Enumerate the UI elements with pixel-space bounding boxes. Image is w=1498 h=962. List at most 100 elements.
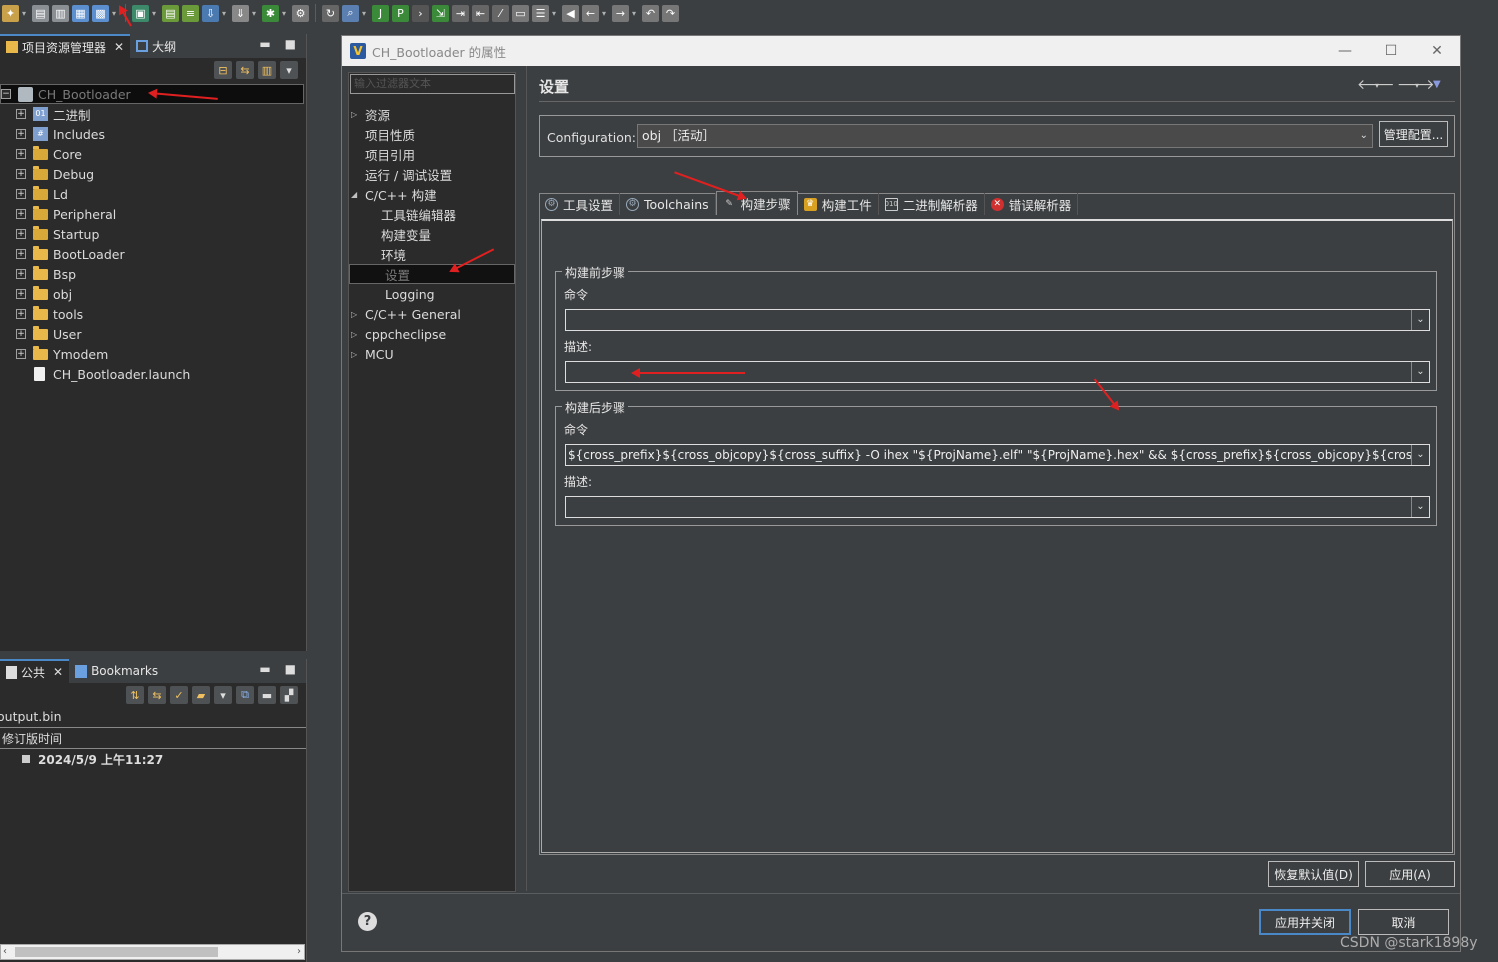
expand-icon[interactable]: + (16, 349, 26, 359)
chevron-down-icon[interactable]: ▾ (1375, 81, 1379, 90)
undo-icon[interactable]: ↶ (642, 4, 659, 22)
expand-icon[interactable]: + (16, 169, 26, 179)
maximize-icon[interactable]: ■ (285, 37, 296, 51)
tree-item[interactable]: + Ymodem (0, 344, 306, 364)
apply-button[interactable]: 应用(A) (1365, 861, 1455, 887)
folder-action-icon[interactable]: ▰ (192, 686, 210, 704)
tab-build-steps[interactable]: ✎ 构建步骤 (715, 191, 798, 215)
tree-item[interactable]: + User (0, 324, 306, 344)
filter-icon[interactable]: ▥ (258, 61, 276, 79)
back-icon[interactable]: ◀ (562, 4, 579, 22)
page-icon[interactable]: P (392, 4, 409, 22)
new-icon[interactable]: ✦ (2, 4, 19, 22)
close-icon[interactable]: ✕ (114, 40, 124, 54)
tab-common[interactable]: 公共 ✕ (0, 659, 70, 683)
view-menu-icon[interactable]: ▼ (1433, 79, 1441, 90)
tab-toolchains[interactable]: ⚙ Toolchains (620, 193, 716, 215)
post-build-description-field[interactable]: ⌄ (565, 496, 1430, 518)
expand-icon[interactable]: ▷ (351, 350, 365, 359)
pin-icon[interactable]: ⧉ (236, 686, 254, 704)
nav-settings[interactable]: 设置 (349, 264, 515, 284)
maximize-icon[interactable]: ■ (285, 662, 296, 676)
restore-view-icon[interactable]: ▞ (280, 686, 298, 704)
book-icon[interactable]: ▤ (162, 4, 179, 22)
expand-icon[interactable]: + (16, 269, 26, 279)
chevron-down-icon[interactable]: ▾ (602, 9, 609, 18)
save-icon[interactable]: ▤ (32, 4, 49, 22)
expand-icon[interactable]: ▷ (351, 310, 365, 319)
link-icon[interactable]: ⇆ (148, 686, 166, 704)
expand-icon[interactable]: + (16, 129, 26, 139)
prev-icon[interactable]: ← (582, 4, 599, 22)
minimize-window-icon[interactable]: — (1322, 36, 1368, 66)
grid-icon[interactable]: ▩ (92, 4, 109, 22)
minimize-icon[interactable]: ▬ (259, 662, 270, 676)
chevron-down-icon[interactable]: ▾ (1415, 81, 1419, 90)
nav-toolchain-editor[interactable]: 工具链编辑器 (381, 204, 456, 224)
debug-icon[interactable]: ✱ (262, 4, 279, 22)
minimize-view-icon[interactable]: ▬ (258, 686, 276, 704)
nav-cppcheclipse[interactable]: ▷ cppcheclipse (351, 324, 446, 344)
apply-and-close-button[interactable]: 应用并关闭 (1259, 909, 1351, 935)
nav-build-vars[interactable]: 构建变量 (381, 224, 431, 244)
chevron-down-icon[interactable]: ▾ (552, 9, 559, 18)
align2-icon[interactable]: ⇤ (472, 4, 489, 22)
save-all-icon[interactable]: ▥ (52, 4, 69, 22)
expand-icon[interactable]: + (16, 329, 26, 339)
tab-outline[interactable]: 大纲 (130, 34, 182, 58)
chevron-down-icon[interactable]: ▾ (362, 9, 369, 18)
chevron-down-icon[interactable]: ▾ (222, 9, 229, 18)
nav-cpp-build[interactable]: ◢ C/C++ 构建 (351, 184, 437, 204)
help-icon[interactable]: ? (358, 912, 377, 931)
horizontal-scrollbar[interactable]: ‹ › (0, 944, 305, 960)
tree-item[interactable]: + tools (0, 304, 306, 324)
expand-icon[interactable]: + (16, 229, 26, 239)
tab-project-explorer[interactable]: 项目资源管理器 ✕ (0, 34, 131, 58)
column-header[interactable]: 修订版时间 (0, 727, 306, 749)
nav-run-debug[interactable]: 运行 / 调试设置 (365, 164, 452, 184)
expand-icon[interactable]: + (16, 149, 26, 159)
view-menu-icon[interactable]: ▾ (280, 61, 298, 79)
chevron-down-icon[interactable]: ▾ (632, 9, 639, 18)
tree-item[interactable]: + Startup (0, 224, 306, 244)
expand-icon[interactable]: + (16, 189, 26, 199)
close-window-icon[interactable]: ✕ (1414, 36, 1460, 66)
search-icon[interactable]: ⌕ (342, 4, 359, 22)
export-icon[interactable]: ⇲ (432, 4, 449, 22)
open-icon[interactable]: ▦ (72, 4, 89, 22)
collapse-all-icon[interactable]: ⊟ (214, 61, 232, 79)
align-icon[interactable]: ⇥ (452, 4, 469, 22)
chevron-down-icon[interactable]: ⌄ (1411, 362, 1429, 382)
chevron-down-icon[interactable]: ▾ (252, 9, 259, 18)
collapse-icon[interactable]: ◢ (351, 190, 365, 199)
chevron-down-icon[interactable]: ▾ (214, 686, 232, 704)
tree-item[interactable]: + Core (0, 144, 306, 164)
tree-item[interactable]: + Bsp (0, 264, 306, 284)
tree-item[interactable]: + # Includes (0, 124, 306, 144)
pre-build-command-field[interactable]: ⌄ (565, 309, 1430, 331)
nav-project-nature[interactable]: 项目性质 (365, 124, 415, 144)
tab-error-parsers[interactable]: ✕ 错误解析器 (985, 193, 1079, 215)
chevron-down-icon[interactable]: ⌄ (1411, 445, 1429, 465)
dialog-titlebar[interactable]: V CH_Bootloader 的属性 — ☐ ✕ (342, 36, 1460, 66)
expand-icon[interactable]: ▷ (351, 110, 365, 119)
nav-cpp-general[interactable]: ▷ C/C++ General (351, 304, 461, 324)
image-icon[interactable]: ▣ (132, 4, 149, 22)
redo-icon[interactable]: ↷ (662, 4, 679, 22)
expand-icon[interactable]: ▷ (351, 330, 365, 339)
refresh-icon[interactable]: ↻ (322, 4, 339, 22)
table-row[interactable]: 2024/5/9 上午11:27 (0, 749, 306, 769)
nav-logging[interactable]: Logging (385, 284, 435, 304)
restore-defaults-button[interactable]: 恢复默认值(D) (1268, 861, 1359, 887)
gear-icon[interactable]: ⚙ (292, 4, 309, 22)
configuration-select[interactable]: obj ［活动］ ⌄ (637, 124, 1373, 148)
chevron-down-icon[interactable]: ▾ (152, 9, 159, 18)
nav-resource[interactable]: ▷ 资源 (351, 104, 390, 124)
tab-build-artifact[interactable]: ♛ 构建工件 (798, 193, 879, 215)
tree-item[interactable]: + BootLoader (0, 244, 306, 264)
chevron-down-icon[interactable]: ⌄ (1411, 310, 1429, 330)
tab-binary-parsers[interactable]: 010 二进制解析器 (879, 193, 985, 215)
check-icon[interactable]: ✓ (170, 686, 188, 704)
sync-icon[interactable]: ⇅ (126, 686, 144, 704)
expand-icon[interactable]: + (16, 309, 26, 319)
